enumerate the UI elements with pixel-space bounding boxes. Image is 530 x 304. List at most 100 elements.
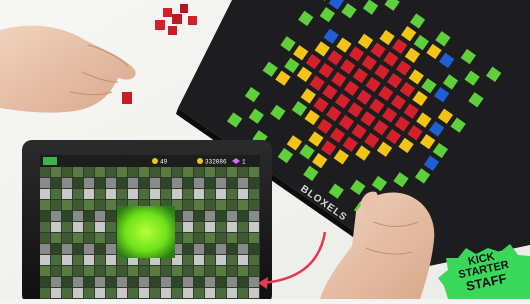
game-tile (62, 178, 72, 188)
game-tile (249, 178, 259, 188)
game-tile (183, 222, 193, 232)
game-tile (128, 266, 138, 276)
game-tile (84, 200, 94, 210)
game-tile (227, 167, 237, 177)
game-tile (62, 244, 72, 254)
game-tile (95, 211, 105, 221)
game-tile (205, 178, 215, 188)
game-tile (51, 178, 61, 188)
game-tile (216, 167, 226, 177)
game-tile (40, 288, 50, 298)
game-tile (95, 255, 105, 265)
coin-icon (152, 158, 158, 164)
game-tile (106, 200, 116, 210)
game-tile (249, 189, 259, 199)
game-tile (172, 288, 182, 298)
game-tile (73, 277, 83, 287)
game-tile (205, 255, 215, 265)
game-tile (106, 222, 116, 232)
game-tile (84, 178, 94, 188)
game-tile (106, 244, 116, 254)
game-tile (51, 167, 61, 177)
game-tile (51, 277, 61, 287)
game-tile (194, 167, 204, 177)
game-tile (238, 200, 248, 210)
game-tile (73, 200, 83, 210)
game-tile (238, 277, 248, 287)
game-tile (40, 200, 50, 210)
game-tile (183, 167, 193, 177)
game-tile (238, 178, 248, 188)
game-tile (62, 277, 72, 287)
game-tile (106, 277, 116, 287)
game-tile (95, 167, 105, 177)
game-tile (84, 222, 94, 232)
game-tile (161, 266, 171, 276)
game-tile (95, 266, 105, 276)
game-back-button[interactable] (43, 157, 57, 165)
game-tile (73, 288, 83, 298)
game-tile (117, 178, 127, 188)
game-tile (227, 178, 237, 188)
game-tile (249, 233, 259, 243)
game-tile (51, 255, 61, 265)
game-tile (238, 233, 248, 243)
game-tile (51, 244, 61, 254)
game-tile (238, 222, 248, 232)
game-tile (205, 244, 215, 254)
game-tile (227, 200, 237, 210)
game-tile (238, 266, 248, 276)
game-tile (95, 222, 105, 232)
game-tile (62, 189, 72, 199)
game-tile (106, 178, 116, 188)
game-tile (227, 222, 237, 232)
game-tile (150, 288, 160, 298)
game-tile (238, 255, 248, 265)
game-tile (106, 288, 116, 298)
game-tile (62, 222, 72, 232)
game-tile (194, 233, 204, 243)
game-tile (40, 255, 50, 265)
game-tile (139, 277, 149, 287)
game-tile (40, 178, 50, 188)
game-tile (172, 178, 182, 188)
game-tile (161, 288, 171, 298)
game-tile (183, 200, 193, 210)
game-tile (51, 233, 61, 243)
game-tile (161, 178, 171, 188)
game-tile (194, 200, 204, 210)
game-tile (238, 244, 248, 254)
game-tile (40, 233, 50, 243)
photo-scene: BLOXELS 49 332086 1 (0, 0, 530, 304)
game-tile (84, 255, 94, 265)
game-tile (62, 233, 72, 243)
scene-svg: BLOXELS 49 332086 1 (0, 0, 530, 304)
game-tile (227, 189, 237, 199)
game-tile (73, 167, 83, 177)
game-tile (150, 266, 160, 276)
game-tile (95, 200, 105, 210)
game-tile (172, 189, 182, 199)
game-tile (205, 167, 215, 177)
game-tile (95, 288, 105, 298)
game-tile (106, 167, 116, 177)
game-tile (249, 244, 259, 254)
game-tile (84, 277, 94, 287)
game-tile (51, 189, 61, 199)
game-tile (62, 200, 72, 210)
game-tile (62, 266, 72, 276)
game-tile (249, 255, 259, 265)
score-icon (197, 158, 203, 164)
game-tile (139, 266, 149, 276)
game-tile (238, 189, 248, 199)
game-tile (238, 211, 248, 221)
game-tile (73, 189, 83, 199)
game-tile (139, 189, 149, 199)
game-tile (95, 244, 105, 254)
game-tile (106, 189, 116, 199)
game-tile (84, 244, 94, 254)
game-tile (40, 211, 50, 221)
game-tile (249, 266, 259, 276)
game-tile (106, 266, 116, 276)
game-tile (216, 222, 226, 232)
